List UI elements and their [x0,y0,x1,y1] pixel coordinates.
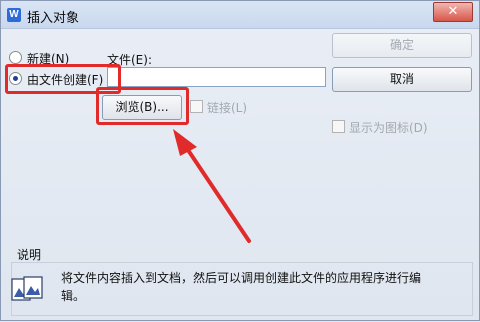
red-arrow-annotation [173,129,251,243]
insert-object-dialog: W 插入对象 ✕ 新建(N) 由文件创建(F) 文件(E): 确定 取消 浏览(… [0,0,480,321]
